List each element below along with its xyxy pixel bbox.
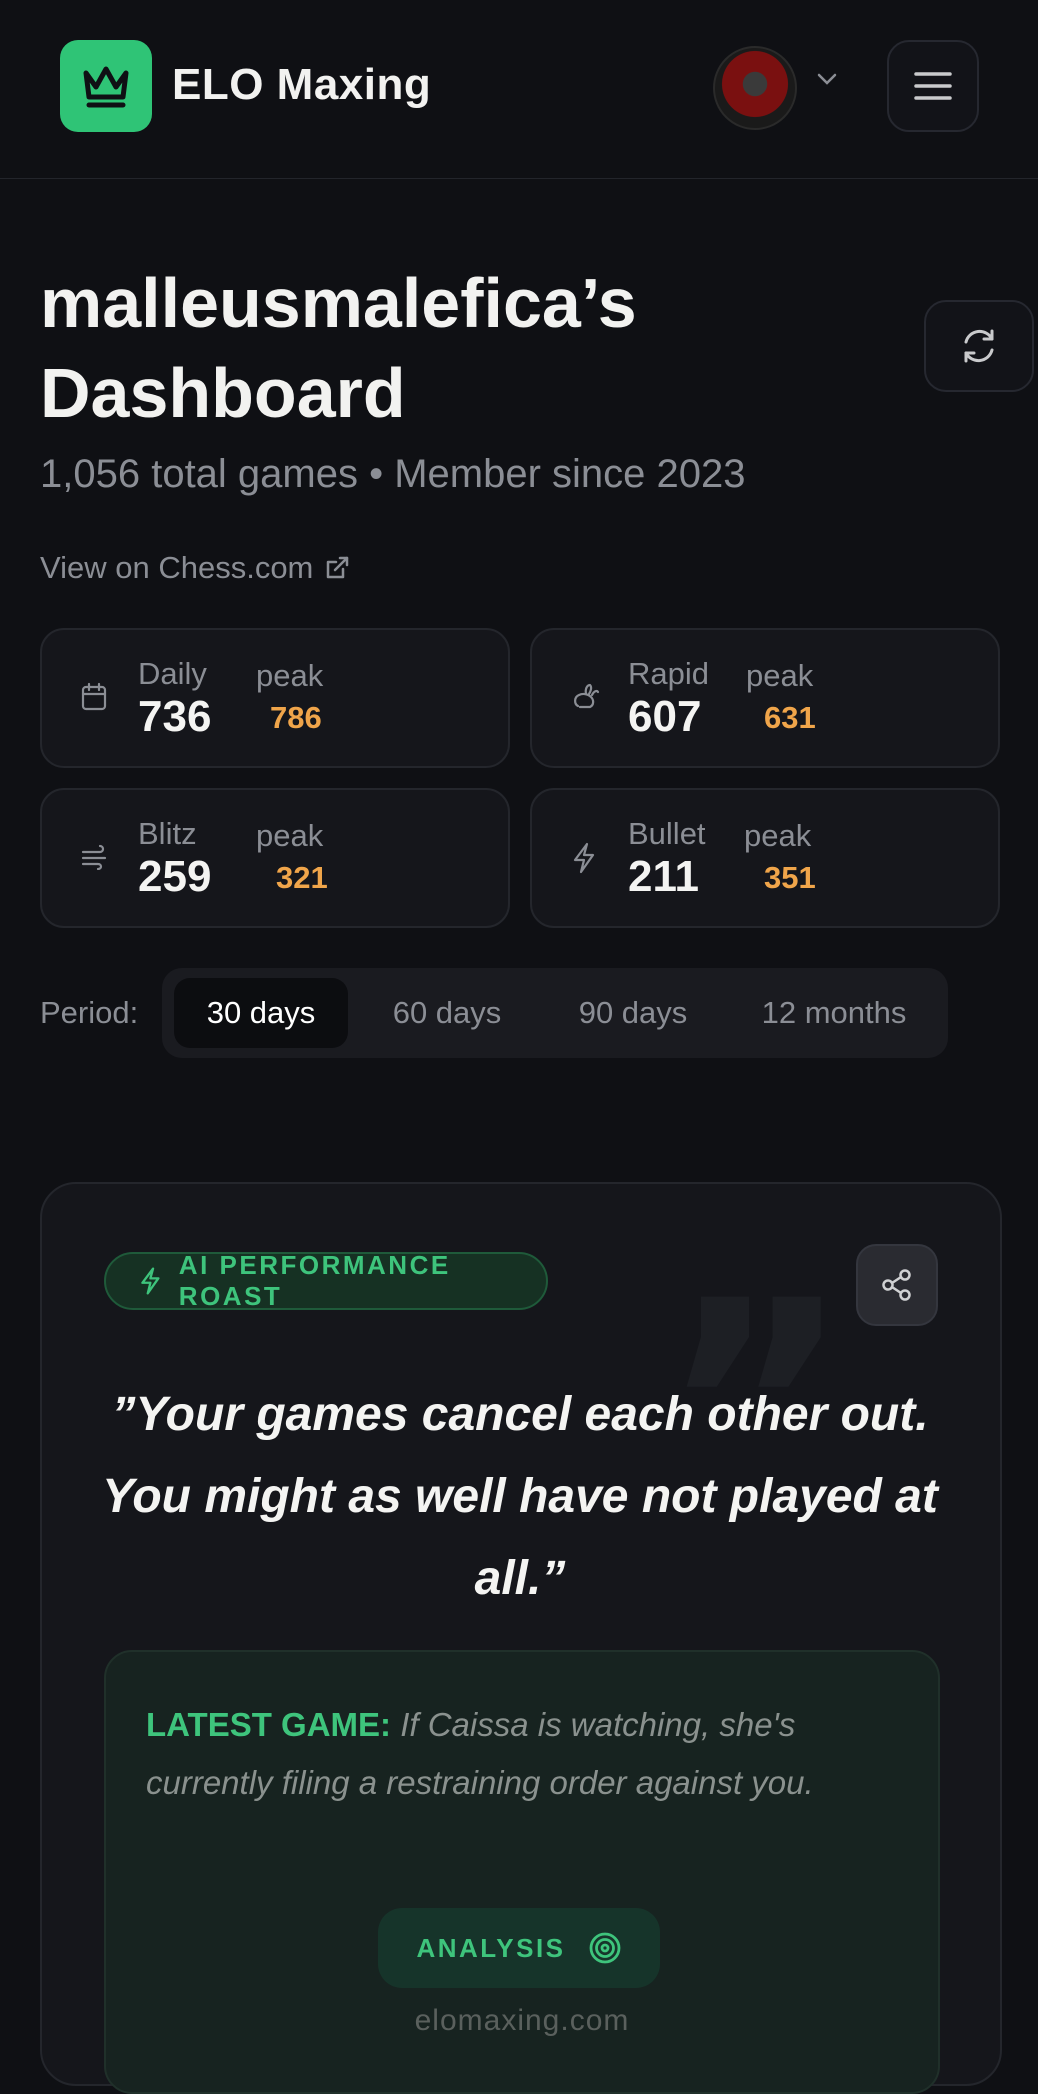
view-link-label: View on Chess.com	[40, 550, 314, 585]
ai-roast-badge: AI PERFORMANCE ROAST	[104, 1250, 548, 1311]
latest-game-label: LATEST GAME:	[146, 1706, 392, 1743]
share-icon	[882, 1269, 911, 1301]
menu-button[interactable]	[887, 40, 979, 132]
rating-value: 607	[628, 692, 702, 741]
rating-mode: Daily	[138, 656, 207, 691]
peak-label: peak	[744, 818, 812, 853]
peak-value: 786	[270, 700, 322, 735]
rating-card-bullet[interactable]: Bullet 211 peak 351	[530, 788, 1000, 928]
peak-label: peak	[256, 658, 324, 693]
rating-card-blitz[interactable]: Blitz 259 peak 321	[40, 788, 510, 928]
target-icon	[589, 1932, 620, 1964]
external-link-icon	[327, 556, 349, 579]
period-tab-30-days[interactable]: 30 days	[174, 978, 348, 1048]
crown-logo-icon[interactable]	[60, 40, 152, 132]
rating-value: 211	[628, 852, 699, 901]
wind-icon	[81, 844, 107, 870]
latest-game-box: LATEST GAME: If Caissa is watching, she'…	[104, 1650, 940, 2094]
period-tab-60-days[interactable]: 60 days	[360, 978, 534, 1048]
period-label: Period:	[40, 995, 139, 1030]
peak-value: 631	[764, 700, 816, 735]
hamburger-icon	[914, 72, 952, 100]
ai-roast-card: ” AI PERFORMANCE ROAST ”Your games cance…	[40, 1182, 1002, 2094]
rating-value: 259	[138, 852, 212, 901]
brand-name[interactable]: ELO Maxing	[172, 60, 431, 110]
share-button[interactable]	[856, 1244, 938, 1326]
profile-summary: 1,056 total games • Member since 2023	[40, 452, 746, 496]
period-tab-12-months[interactable]: 12 months	[732, 978, 936, 1048]
rating-value: 736	[138, 692, 212, 741]
avatar[interactable]	[713, 46, 797, 130]
peak-value: 321	[276, 860, 328, 895]
lightning-icon	[141, 1267, 160, 1295]
ai-roast-badge-label: AI PERFORMANCE ROAST	[178, 1250, 451, 1311]
refresh-button[interactable]	[924, 300, 1034, 392]
rating-card-daily[interactable]: Daily 736 peak 786	[40, 628, 510, 768]
analysis-button-label: ANALYSIS	[416, 1932, 566, 1963]
rating-mode: Rapid	[628, 656, 709, 691]
roast-quote: ”Your games cancel each other out. You m…	[102, 1388, 938, 1605]
lightning-icon	[573, 842, 595, 874]
peak-value: 351	[764, 860, 816, 895]
peak-label: peak	[256, 818, 324, 853]
rating-mode: Blitz	[138, 816, 197, 851]
site-watermark: elomaxing.com	[414, 2004, 630, 2037]
period-selector: 30 days 60 days 90 days 12 months	[162, 968, 948, 1058]
analysis-button[interactable]: ANALYSIS	[378, 1908, 660, 1988]
app-header: ELO Maxing	[0, 0, 1038, 179]
latest-game-text: LATEST GAME: If Caissa is watching, she'…	[146, 1696, 898, 1812]
page-title: malleusmalefica’s Dashboard	[40, 264, 637, 432]
period-tab-90-days[interactable]: 90 days	[546, 978, 720, 1048]
rating-mode: Bullet	[628, 816, 706, 851]
view-on-chess-link[interactable]: View on Chess.com	[40, 550, 351, 586]
rabbit-icon	[574, 683, 600, 709]
rating-card-rapid[interactable]: Rapid 607 peak 631	[530, 628, 1000, 768]
peak-label: peak	[746, 658, 814, 693]
calendar-icon	[81, 682, 107, 711]
chevron-down-icon[interactable]	[816, 72, 838, 86]
refresh-icon	[964, 329, 994, 363]
